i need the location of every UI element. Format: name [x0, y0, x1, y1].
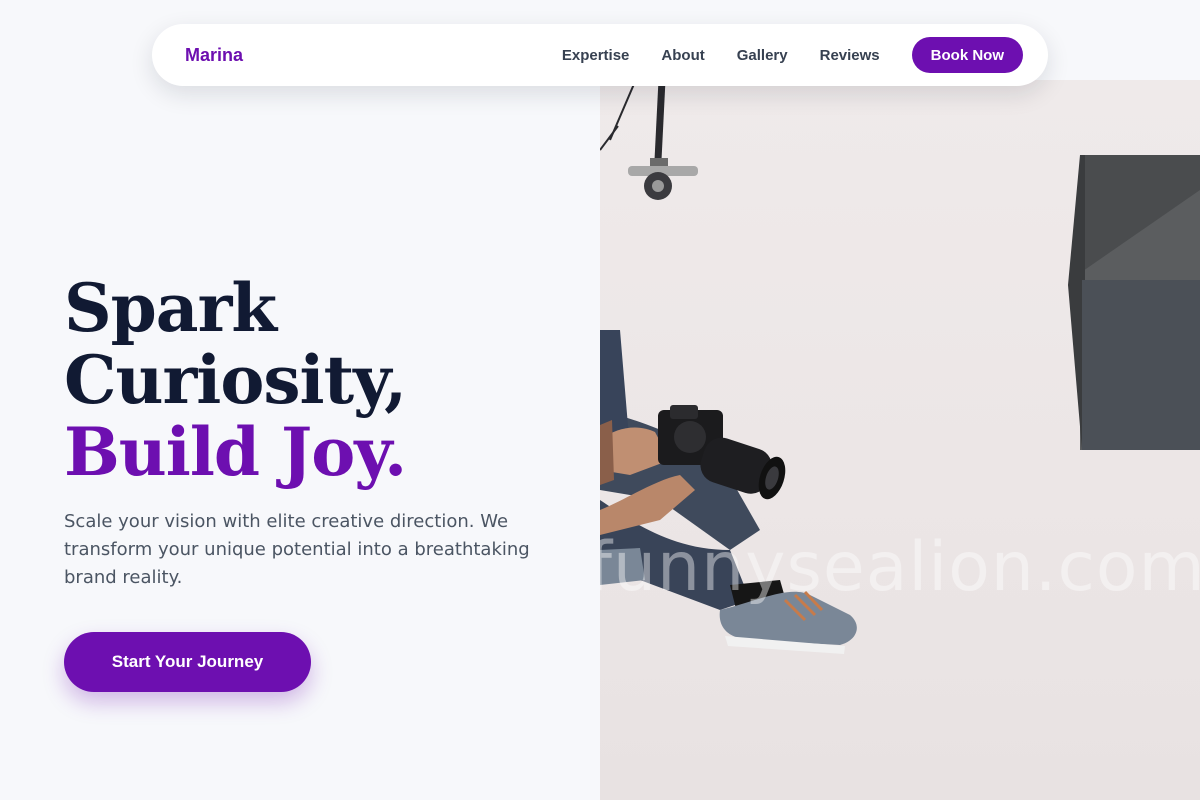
brand-logo[interactable]: Marina — [185, 45, 243, 66]
top-navbar: Marina Expertise About Gallery Reviews B… — [152, 24, 1048, 86]
book-now-button[interactable]: Book Now — [911, 37, 1023, 73]
nav-link-gallery[interactable]: Gallery — [737, 47, 788, 64]
nav-link-about[interactable]: About — [661, 47, 704, 64]
nav-link-reviews[interactable]: Reviews — [820, 47, 880, 64]
hero-title-line2: Curiosity, — [64, 341, 407, 419]
photographer-illustration — [600, 80, 1200, 654]
image-watermark: funnysealion.com — [600, 528, 1200, 607]
nav-links: Expertise About Gallery Reviews Book Now — [562, 37, 1023, 73]
hero-title-line1: Spark — [64, 269, 277, 347]
hero-photo: funnysealion.com — [600, 80, 1200, 800]
hero-subtitle: Scale your vision with elite creative di… — [64, 511, 530, 588]
hero-title-accent: Build Joy. — [64, 413, 407, 491]
nav-link-expertise[interactable]: Expertise — [562, 47, 630, 64]
hero-title: Spark Curiosity, Build Joy. — [64, 269, 407, 491]
start-journey-button[interactable]: Start Your Journey — [64, 632, 311, 692]
